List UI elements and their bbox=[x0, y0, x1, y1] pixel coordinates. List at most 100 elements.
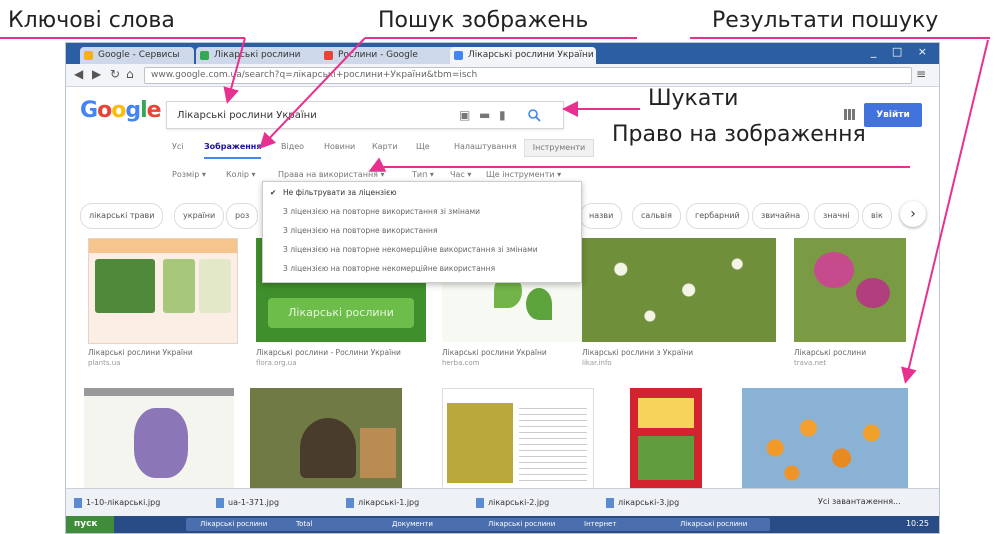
microphone-icon[interactable]: ▮ bbox=[499, 108, 506, 122]
download-item-5[interactable]: лікарські-3.jpg bbox=[606, 495, 679, 511]
tab-settings[interactable]: Налаштування bbox=[454, 142, 517, 151]
menu-icon[interactable]: ≡ bbox=[916, 67, 926, 81]
result-image-6[interactable] bbox=[84, 388, 234, 488]
thumb-header bbox=[89, 239, 237, 253]
annotation-keywords-underline bbox=[0, 37, 245, 39]
windows-taskbar: пуск Лікарські рослини Total Документи Л… bbox=[66, 516, 939, 533]
taskbar-item-5[interactable]: Інтернет bbox=[570, 518, 674, 531]
rights-option-3[interactable]: З ліцензією на повторне використання bbox=[263, 222, 581, 240]
browser-tab-1[interactable]: Google - Сервисы bbox=[80, 47, 194, 64]
download-item-3[interactable]: лікарські-1.jpg bbox=[346, 495, 419, 511]
tool-size[interactable]: Розмір ▾ bbox=[172, 170, 206, 179]
taskbar-item-1[interactable]: Лікарські рослини bbox=[186, 518, 290, 531]
annotation-usage-rights: Право на зображення bbox=[612, 122, 866, 147]
signin-button[interactable]: Увійти bbox=[864, 103, 922, 127]
browser-window: Google - Сервисы Лікарські рослини Росли… bbox=[65, 42, 940, 534]
download-item-4[interactable]: лікарські-2.jpg bbox=[476, 495, 549, 511]
download-item-1[interactable]: 1-10-лікарські.jpg bbox=[74, 495, 160, 511]
taskbar-item-6[interactable]: Лікарські рослини bbox=[666, 518, 770, 531]
flower-blossom bbox=[814, 252, 854, 288]
tab-all[interactable]: Усі bbox=[172, 142, 184, 151]
chip-9[interactable]: вік bbox=[862, 203, 892, 229]
chip-5[interactable]: сальвія bbox=[632, 203, 681, 229]
tab-news[interactable]: Новини bbox=[324, 142, 355, 151]
result-caption-3[interactable]: Лікарські рослини України bbox=[442, 348, 592, 357]
chip-7[interactable]: звичайна bbox=[752, 203, 810, 229]
reload-icon[interactable]: ↻ bbox=[110, 67, 120, 81]
annotation-results-underline bbox=[690, 37, 990, 39]
rights-option-5[interactable]: З ліцензією на повторне некомерційне вик… bbox=[263, 260, 581, 278]
tools-button[interactable]: Інструменти bbox=[524, 139, 594, 157]
usage-rights-menu: ✔ Не фільтрувати за ліцензією З ліцензією… bbox=[262, 181, 582, 283]
address-bar[interactable]: www.google.com.ua/search?q=лікарські+рос… bbox=[144, 67, 912, 84]
taskbar-item-2[interactable]: Total bbox=[282, 518, 386, 531]
chip-4[interactable]: назви bbox=[580, 203, 623, 229]
tab-more[interactable]: Ще bbox=[416, 142, 430, 151]
keyboard-icon[interactable]: ▬ bbox=[479, 108, 490, 122]
google-logo[interactable]: Google bbox=[80, 98, 162, 123]
rights-option-label: З ліцензією на повторне некомерційне вик… bbox=[283, 245, 538, 254]
result-image-1[interactable] bbox=[88, 238, 238, 344]
taskbar-item-3[interactable]: Документи bbox=[378, 518, 482, 531]
search-input[interactable] bbox=[175, 106, 449, 124]
browser-tab-3[interactable]: Рослини - Google bbox=[320, 47, 464, 64]
rights-option-1[interactable]: ✔ Не фільтрувати за ліцензією bbox=[263, 184, 581, 202]
flower-pattern bbox=[582, 238, 776, 342]
result-image-5[interactable] bbox=[794, 238, 906, 342]
plant-illustration bbox=[134, 408, 188, 478]
result-source-5: trava.net bbox=[794, 359, 827, 367]
back-icon[interactable]: ◀ bbox=[74, 67, 83, 81]
tool-type[interactable]: Тип ▾ bbox=[412, 170, 434, 179]
home-icon[interactable]: ⌂ bbox=[126, 67, 134, 81]
thumb-header bbox=[84, 388, 234, 396]
tool-usage-rights[interactable]: Права на використання ▾ bbox=[278, 170, 385, 179]
show-all-downloads-link[interactable]: Усі завантаження... bbox=[818, 497, 901, 506]
chevron-right-icon[interactable]: › bbox=[900, 201, 926, 227]
rights-option-2[interactable]: З ліцензією на повторне використання зі … bbox=[263, 203, 581, 221]
file-icon bbox=[476, 497, 484, 508]
apps-grid-icon[interactable] bbox=[844, 109, 855, 120]
camera-icon[interactable]: ▣ bbox=[459, 108, 470, 122]
browser-tab-2[interactable]: Лікарські рослини bbox=[196, 47, 332, 64]
download-label: лікарські-1.jpg bbox=[358, 498, 420, 507]
start-button[interactable]: пуск bbox=[66, 516, 114, 533]
file-icon bbox=[74, 497, 82, 508]
plant-photo bbox=[447, 403, 513, 483]
tool-color[interactable]: Колір ▾ bbox=[226, 170, 256, 179]
tab-images[interactable]: Зображення bbox=[204, 142, 262, 159]
rights-option-4[interactable]: З ліцензією на повторне некомерційне вик… bbox=[263, 241, 581, 259]
tool-time[interactable]: Час ▾ bbox=[450, 170, 471, 179]
result-caption-1[interactable]: Лікарські рослини України bbox=[88, 348, 238, 357]
annotation-image-search: Пошук зображень bbox=[378, 8, 589, 33]
result-caption-4[interactable]: Лікарські рослини з України bbox=[582, 348, 732, 357]
download-item-2[interactable]: ua-1-371.jpg bbox=[216, 495, 279, 511]
tab-maps[interactable]: Карти bbox=[372, 142, 398, 151]
chip-2[interactable]: україни bbox=[174, 203, 225, 229]
result-image-4[interactable] bbox=[582, 238, 776, 342]
window-controls[interactable]: _ □ × bbox=[871, 45, 933, 58]
result-image-7[interactable] bbox=[250, 388, 402, 488]
browser-tab-4-active[interactable]: Лікарські рослини України bbox=[450, 47, 596, 64]
result-image-10[interactable] bbox=[742, 388, 908, 488]
chip-6[interactable]: гербарний bbox=[686, 203, 749, 229]
result-image-8[interactable] bbox=[442, 388, 594, 490]
plant-photo bbox=[163, 259, 195, 313]
rights-option-label: З ліцензією на повторне використання зі … bbox=[283, 207, 481, 216]
result-image-9[interactable] bbox=[630, 388, 702, 488]
tab-label: Google - Сервисы bbox=[98, 50, 180, 60]
tool-more[interactable]: Ще інструменти ▾ bbox=[486, 170, 561, 179]
forward-icon[interactable]: ▶ bbox=[92, 67, 101, 81]
result-caption-2[interactable]: Лікарські рослини - Рослини України bbox=[256, 348, 406, 357]
search-icon[interactable] bbox=[527, 108, 541, 122]
book-cover-photo bbox=[638, 436, 694, 480]
downloads-bar: 1-10-лікарські.jpg ua-1-371.jpg лікарськ… bbox=[66, 488, 939, 517]
taskbar-item-4[interactable]: Лікарські рослини bbox=[474, 518, 578, 531]
chip-8[interactable]: значні bbox=[814, 203, 859, 229]
chip-3[interactable]: роз bbox=[226, 203, 259, 229]
chip-1[interactable]: лікарські трави bbox=[80, 203, 164, 229]
download-label: лікарські-3.jpg bbox=[618, 498, 680, 507]
logo-letter: o bbox=[97, 98, 112, 123]
tab-video[interactable]: Відео bbox=[281, 142, 304, 151]
result-caption-5[interactable]: Лікарські рослини bbox=[794, 348, 904, 357]
result-source-3: herba.com bbox=[442, 359, 480, 367]
